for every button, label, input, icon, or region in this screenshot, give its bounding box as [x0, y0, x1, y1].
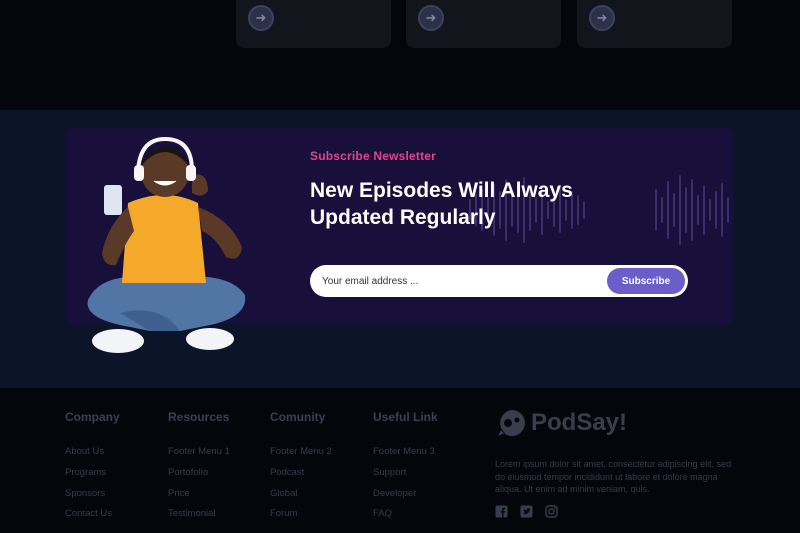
podsay-logo-icon [498, 410, 525, 436]
footer-link-global[interactable]: Global [270, 488, 332, 509]
email-input[interactable] [322, 273, 582, 289]
brand-name: PodSay! [531, 409, 628, 436]
footer-brand[interactable]: PodSay! [496, 408, 627, 438]
footer-link-faq[interactable]: FAQ [373, 508, 438, 529]
social-links [495, 505, 558, 518]
footer-link-sponsors[interactable]: Sponsors [65, 488, 120, 509]
footer-link-menu-1[interactable]: Footer Menu 1 [168, 446, 230, 467]
footer-link-developer[interactable]: Developer [373, 488, 438, 509]
footer-column-comunity: Comunity Footer Menu 2 Podcast Global Fo… [270, 410, 332, 529]
footer-column-useful-link: Useful Link Footer Menu 3 Support Develo… [373, 410, 438, 529]
footer-link-about-us[interactable]: About Us [65, 446, 120, 467]
footer-link-portofolio[interactable]: Portofolio [168, 467, 230, 488]
footer-link-contact-us[interactable]: Contact Us [65, 508, 120, 529]
top-section: ➜ ➜ ➜ [0, 0, 800, 110]
footer-column-title: Resources [168, 410, 230, 424]
footer-link-support[interactable]: Support [373, 467, 438, 488]
footer-link-testimonial[interactable]: Testimonial [168, 508, 230, 529]
footer-link-forum[interactable]: Forum [270, 508, 332, 529]
footer-column-resources: Resources Footer Menu 1 Portofolio Price… [168, 410, 230, 529]
headline-line-1: New Episodes Will Always [310, 179, 573, 202]
footer-column-title: Company [65, 410, 120, 424]
episode-card[interactable]: ➜ [577, 0, 732, 48]
arrow-right-icon[interactable]: ➜ [248, 5, 274, 31]
headline-line-2: Updated Regularly [310, 206, 496, 229]
instagram-icon[interactable] [545, 505, 558, 518]
footer-column-title: Comunity [270, 410, 326, 424]
twitter-icon[interactable] [520, 505, 533, 518]
episode-card[interactable]: ➜ [236, 0, 391, 48]
footer-column-title: Useful Link [373, 410, 438, 424]
facebook-icon[interactable] [495, 505, 508, 518]
footer-link-podcast[interactable]: Podcast [270, 467, 332, 488]
footer-link-programs[interactable]: Programs [65, 467, 120, 488]
footer-link-price[interactable]: Price [168, 488, 230, 509]
episode-card[interactable]: ➜ [406, 0, 561, 48]
newsletter-eyebrow: Subscribe Newsletter [310, 149, 437, 163]
footer-about-text: Lorem ipsum dolor sit amet, consectetur … [495, 459, 732, 494]
footer-column-company: Company About Us Programs Sponsors Conta… [65, 410, 120, 529]
footer-link-menu-2[interactable]: Footer Menu 2 [270, 446, 332, 467]
newsletter-form: Subscribe [310, 265, 688, 297]
subscribe-button[interactable]: Subscribe [607, 268, 685, 294]
footer: Company About Us Programs Sponsors Conta… [0, 388, 800, 533]
arrow-right-icon[interactable]: ➜ [418, 5, 444, 31]
footer-link-menu-3[interactable]: Footer Menu 3 [373, 446, 438, 467]
arrow-right-icon[interactable]: ➜ [589, 5, 615, 31]
newsletter-headline: New Episodes Will Always Updated Regular… [310, 177, 640, 231]
person-with-headphones-image [87, 136, 246, 353]
